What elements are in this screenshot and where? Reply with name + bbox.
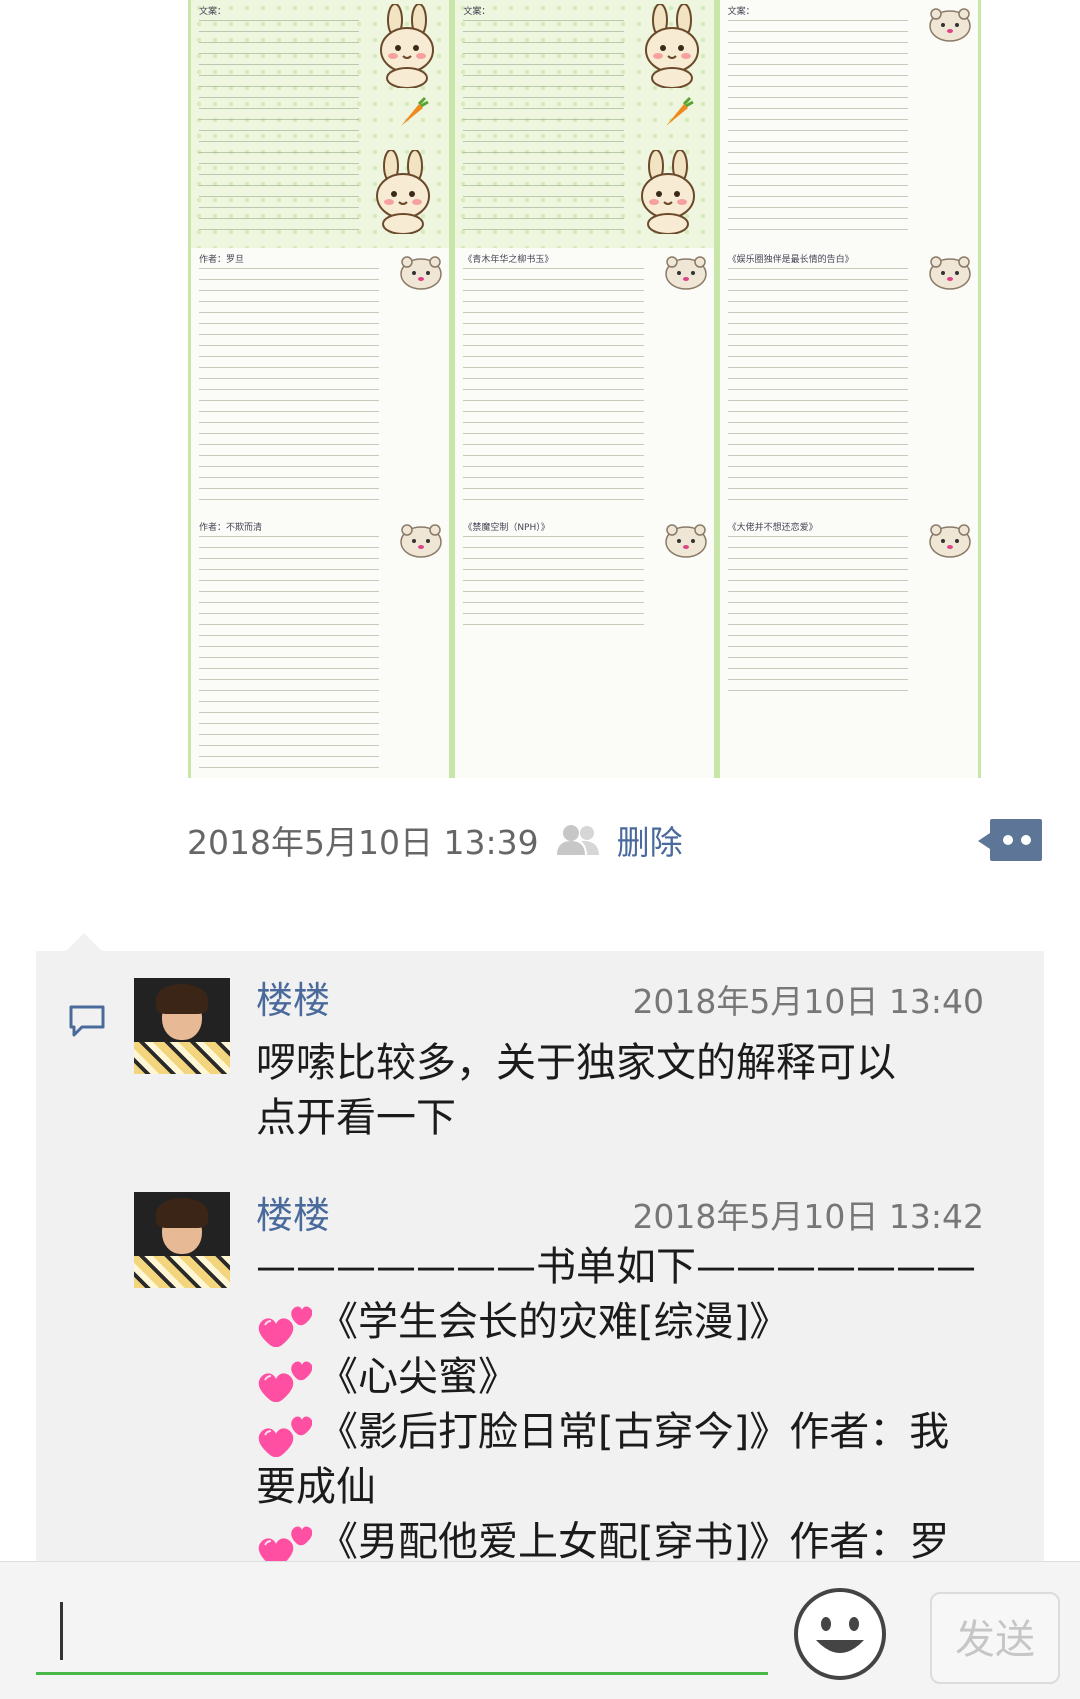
carrot-icon <box>401 96 430 126</box>
bunny-icon <box>644 4 699 88</box>
book-item: 《学生会长的灾难[综漫]》 <box>256 1295 976 1350</box>
book-list-comment[interactable]: ———————书单如下——————— 《学生会长的灾难[综漫]》 《心尖蜜》 《… <box>256 1240 976 1561</box>
heart-icon <box>257 1360 312 1402</box>
comment-author[interactable]: 楼楼 <box>256 970 330 1024</box>
send-button[interactable]: 发送 <box>930 1592 1060 1684</box>
comment-time: 2018年5月10日 13:42 <box>632 1197 984 1236</box>
moment-image-8[interactable]: 《禁魔空制（NPH）》 <box>452 516 717 778</box>
book-list-header: ———————书单如下——————— <box>256 1244 976 1290</box>
book-item-continuation: 要成仙 <box>256 1464 376 1510</box>
hamster-icon <box>664 256 707 290</box>
avatar[interactable] <box>134 978 230 1074</box>
comment-input-bar: 发送 <box>0 1561 1080 1699</box>
comment-input[interactable] <box>36 1592 768 1675</box>
comment-clip: ———————书单如下——————— 《学生会长的灾难[综漫]》 《心尖蜜》 《… <box>0 1240 1080 1561</box>
comment-icon <box>69 1005 105 1037</box>
bunny-icon <box>640 150 695 234</box>
hamster-icon <box>664 524 707 558</box>
moment-image-6[interactable]: 《娱乐圈独伴是最长情的告白》 <box>716 248 981 516</box>
carrot-icon <box>665 96 694 126</box>
moment-image-5[interactable]: 《青木年华之柳书玉》 <box>452 248 717 516</box>
book-item: 《心尖蜜》 <box>256 1350 976 1405</box>
book-item: 《影后打脸日常[古穿今]》作者：我 <box>256 1405 976 1460</box>
hamster-icon <box>929 8 971 42</box>
hamster-icon <box>929 524 971 558</box>
heart-icon <box>257 1415 312 1457</box>
moment-image-9[interactable]: 《大佬并不想还恋爱》 <box>716 516 981 778</box>
bunny-icon <box>380 4 435 88</box>
hamster-icon <box>400 524 443 558</box>
heart-icon <box>257 1305 312 1347</box>
comment-text[interactable]: 啰嗦比较多，关于独家文的解释可以 点开看一下 <box>256 1036 896 1146</box>
book-item: 《男配他爱上女配[穿书]》作者：罗 <box>256 1515 976 1561</box>
moment-meta-row: 2018年5月10日 13:39 删除 <box>187 815 683 865</box>
delete-link[interactable]: 删除 <box>617 816 683 864</box>
moment-timestamp: 2018年5月10日 13:39 <box>187 823 539 862</box>
emoji-button[interactable] <box>792 1586 888 1682</box>
comment-author[interactable]: 楼楼 <box>256 1185 330 1239</box>
moment-image-4[interactable]: 作者：罗旦 <box>188 248 453 516</box>
heart-icon <box>257 1525 312 1561</box>
group-visibility-icon <box>556 825 599 855</box>
moment-image-grid: 文案： 文案： 文案： 作者：罗旦 《青木年华之柳书玉》 《娱乐圈独伴是最长情的… <box>188 0 981 778</box>
moment-image-3[interactable]: 文案： <box>716 0 981 248</box>
bunny-icon <box>376 150 431 234</box>
panel-pointer <box>66 933 102 951</box>
moment-image-1[interactable]: 文案： <box>188 0 453 248</box>
moment-image-7[interactable]: 作者：不欺而清 <box>188 516 453 778</box>
comment-action-button[interactable] <box>976 817 1043 863</box>
moment-image-2[interactable]: 文案： <box>452 0 717 248</box>
hamster-icon <box>400 256 443 290</box>
comment-time: 2018年5月10日 13:40 <box>632 982 984 1021</box>
text-caret <box>60 1602 63 1660</box>
hamster-icon <box>929 256 971 290</box>
